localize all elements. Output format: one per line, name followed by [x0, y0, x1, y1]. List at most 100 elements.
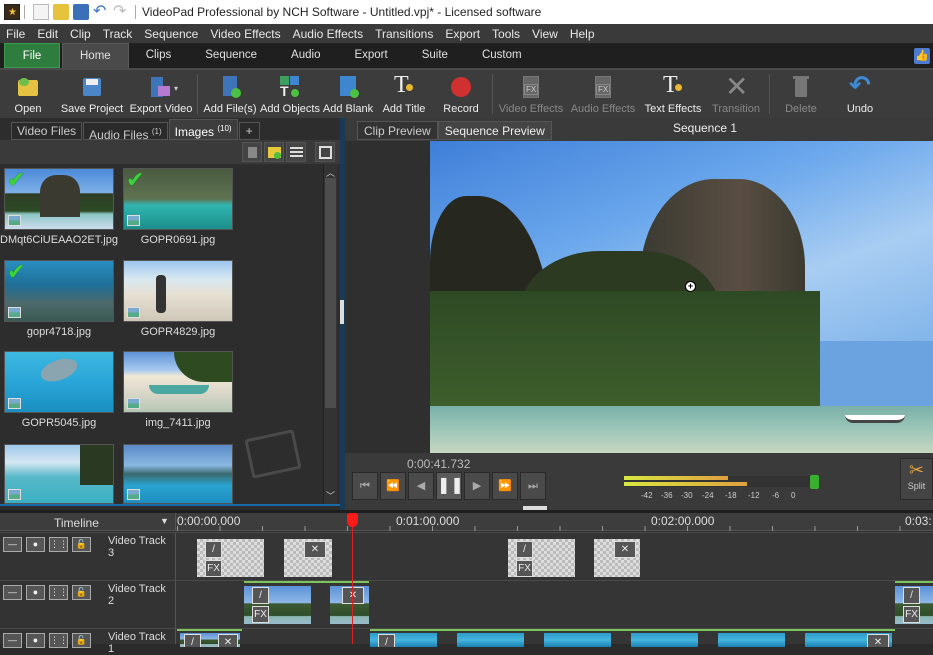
fx-icon[interactable]: FX: [252, 606, 269, 623]
collapse-track-icon[interactable]: —: [3, 537, 22, 552]
timeline-clip[interactable]: / FX: [508, 539, 575, 577]
track-effects-icon[interactable]: ⋮⋮: [49, 585, 68, 600]
fade-icon[interactable]: /: [378, 634, 395, 647]
text-effects-button[interactable]: T Text Effects: [640, 70, 706, 118]
tab-sequence-preview[interactable]: Sequence Preview: [437, 121, 552, 140]
open-button[interactable]: Open: [0, 70, 56, 118]
scroll-down-icon[interactable]: ﹀: [326, 489, 335, 502]
tab-clip-preview[interactable]: Clip Preview: [357, 121, 438, 140]
add-files-button[interactable]: Add File(s): [201, 70, 259, 118]
play-reverse-button[interactable]: ◀: [408, 472, 434, 500]
visibility-eye-icon[interactable]: ●: [26, 633, 45, 648]
track-effects-icon[interactable]: ⋮⋮: [49, 537, 68, 552]
transition-icon[interactable]: ✕: [867, 634, 889, 647]
visibility-eye-icon[interactable]: ●: [26, 585, 45, 600]
transition-icon[interactable]: ✕: [342, 587, 364, 604]
menu-export[interactable]: Export: [439, 27, 486, 41]
timeline-clip[interactable]: / FX: [197, 539, 264, 577]
add-blank-button[interactable]: Add Blank: [321, 70, 375, 118]
collapse-track-icon[interactable]: —: [3, 585, 22, 600]
playhead-handle[interactable]: [347, 513, 358, 527]
media-thumbnail[interactable]: ✔: [123, 168, 233, 230]
transition-icon[interactable]: ✕: [304, 541, 326, 558]
fx-icon[interactable]: FX: [516, 560, 533, 577]
ribbon-tab-home[interactable]: Home: [62, 43, 129, 68]
new-project-icon[interactable]: [33, 4, 49, 20]
redo-icon[interactable]: ↷: [113, 4, 129, 20]
timeline-dropdown-icon[interactable]: ▼: [160, 516, 169, 526]
timeline-clip[interactable]: / FX: [244, 586, 311, 624]
ribbon-tab-clips[interactable]: Clips: [129, 43, 189, 68]
timeline-clip[interactable]: ✕: [805, 633, 892, 647]
timeline-clip[interactable]: ✕: [594, 539, 640, 577]
fx-icon[interactable]: FX: [205, 560, 222, 577]
timeline-clip[interactable]: [631, 633, 698, 647]
like-icon[interactable]: 👍: [914, 48, 930, 64]
media-thumbnail[interactable]: [123, 444, 233, 504]
timeline-clip[interactable]: ✕: [330, 586, 369, 624]
save-project-button[interactable]: Save Project: [56, 70, 128, 118]
new-folder-button[interactable]: [264, 142, 284, 162]
media-thumbnail[interactable]: [4, 444, 114, 504]
go-to-end-button[interactable]: ⏭: [520, 472, 546, 500]
timeline-clip[interactable]: / FX: [895, 586, 933, 624]
fade-icon[interactable]: /: [205, 541, 222, 558]
ribbon-tab-sequence[interactable]: Sequence: [188, 43, 274, 68]
transition-icon[interactable]: ✕: [614, 541, 636, 558]
menu-tools[interactable]: Tools: [486, 27, 526, 41]
lock-icon[interactable]: 🔓: [72, 633, 91, 648]
ribbon-tab-custom[interactable]: Custom: [465, 43, 539, 68]
transition-icon[interactable]: ✕: [218, 634, 238, 647]
add-bin-tab-button[interactable]: +: [238, 122, 260, 140]
media-thumbnail[interactable]: [4, 351, 114, 413]
bin-delete-button[interactable]: [242, 142, 262, 162]
add-title-button[interactable]: T Add Title: [375, 70, 433, 118]
tab-images[interactable]: Images (10): [168, 119, 238, 140]
fade-icon[interactable]: /: [184, 634, 201, 647]
save-project-icon[interactable]: [73, 4, 89, 20]
fx-icon[interactable]: FX: [903, 606, 920, 623]
media-thumbnail[interactable]: [123, 260, 233, 322]
ribbon-tab-audio[interactable]: Audio: [274, 43, 337, 68]
play-button[interactable]: ▶: [464, 472, 490, 500]
next-frame-button[interactable]: ⏩: [492, 472, 518, 500]
playhead[interactable]: [352, 513, 353, 644]
fade-icon[interactable]: /: [903, 587, 920, 604]
ribbon-tab-suite[interactable]: Suite: [405, 43, 465, 68]
menu-transitions[interactable]: Transitions: [369, 27, 439, 41]
timeline-clip[interactable]: [544, 633, 611, 647]
list-view-button[interactable]: [286, 142, 306, 162]
lock-icon[interactable]: 🔓: [72, 537, 91, 552]
menu-view[interactable]: View: [526, 27, 564, 41]
undo-icon[interactable]: ↶: [93, 4, 109, 20]
lock-icon[interactable]: 🔓: [72, 585, 91, 600]
visibility-eye-icon[interactable]: ●: [26, 537, 45, 552]
menu-edit[interactable]: Edit: [31, 27, 64, 41]
audio-effects-button[interactable]: FX Audio Effects: [566, 70, 640, 118]
menu-help[interactable]: Help: [564, 27, 601, 41]
delete-button[interactable]: Delete: [773, 70, 829, 118]
fade-icon[interactable]: /: [252, 587, 269, 604]
media-thumbnail[interactable]: ✔: [4, 168, 114, 230]
menu-track[interactable]: Track: [97, 27, 139, 41]
track-effects-icon[interactable]: ⋮⋮: [49, 633, 68, 648]
video-preview[interactable]: +: [430, 141, 933, 453]
tab-video-files[interactable]: Video Files: [11, 122, 83, 140]
media-thumbnail[interactable]: ✔: [4, 260, 114, 322]
split-button[interactable]: ✂ Split: [900, 458, 933, 500]
timeline-clip[interactable]: [718, 633, 785, 647]
menu-clip[interactable]: Clip: [64, 27, 97, 41]
fade-icon[interactable]: /: [516, 541, 533, 558]
menu-video-effects[interactable]: Video Effects: [204, 27, 286, 41]
collapse-track-icon[interactable]: —: [3, 633, 22, 648]
timeline-clip[interactable]: /: [370, 633, 437, 647]
undock-panel-button[interactable]: [315, 142, 335, 162]
video-effects-button[interactable]: FX Video Effects: [496, 70, 566, 118]
timeline-clip[interactable]: / ✕: [180, 633, 240, 647]
media-scrollbar[interactable]: ︿ ﹀: [323, 164, 337, 504]
pause-button[interactable]: ❚❚: [436, 472, 464, 500]
menu-file[interactable]: File: [0, 27, 31, 41]
transition-button[interactable]: ✕ Transition: [706, 70, 766, 118]
menu-sequence[interactable]: Sequence: [138, 27, 204, 41]
timeline-ruler[interactable]: Timeline ▼ 0:00:00.000 0:01:00.000 0:02:…: [0, 513, 933, 531]
